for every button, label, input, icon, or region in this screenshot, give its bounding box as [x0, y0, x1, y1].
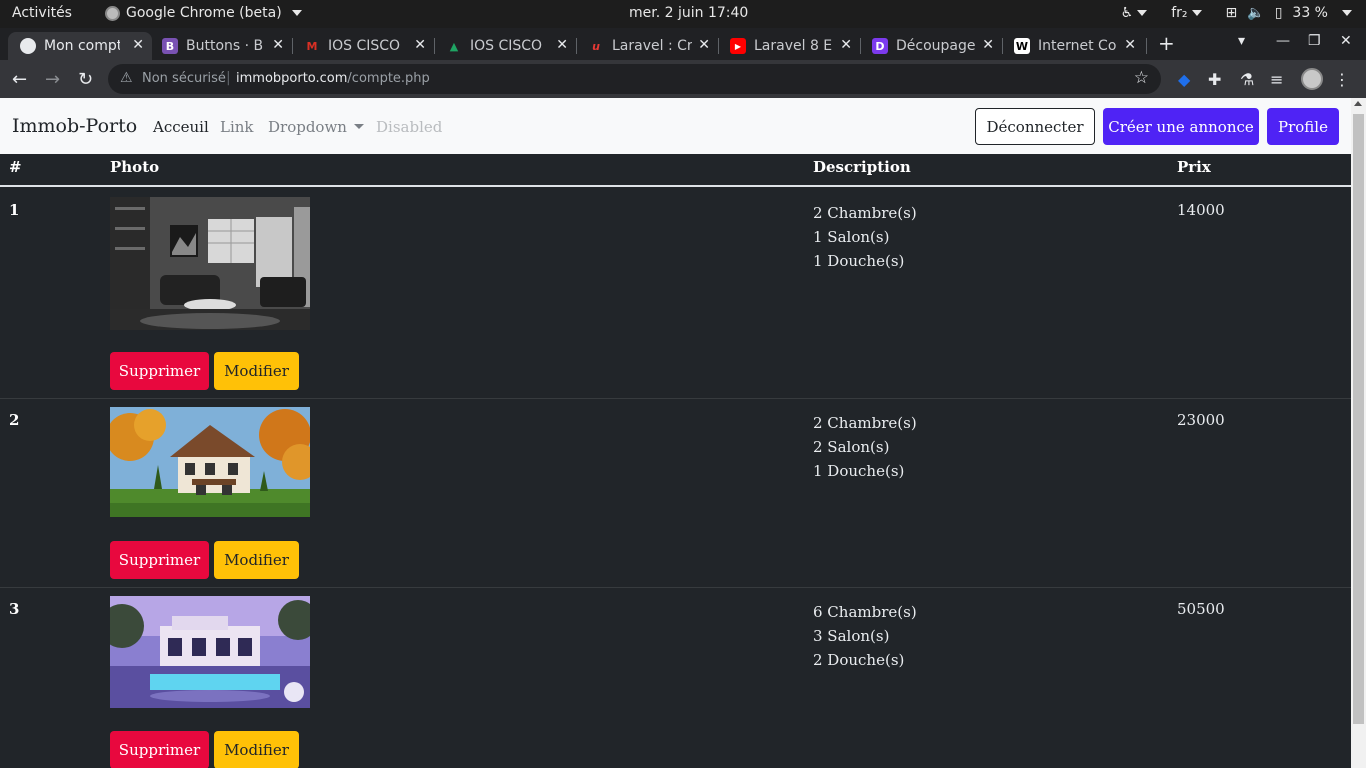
close-icon[interactable]: ✕ [1124, 37, 1136, 53]
create-listing-button[interactable]: Créer une annonce [1103, 108, 1259, 145]
table-row: 3 6 Chambre(s) 3 Salon(s) 2 Douche(s) 50… [0, 588, 1351, 768]
column-header-price: Prix [1177, 158, 1211, 176]
bookmark-star-icon[interactable]: ☆ [1134, 68, 1149, 88]
decoupage-icon: D [872, 38, 888, 54]
listing-photo [110, 596, 310, 708]
edit-button[interactable]: Modifier [214, 352, 299, 390]
menu-kebab-icon[interactable]: ⋮ [1334, 70, 1350, 89]
tab-laravel-8[interactable]: ▶ Laravel 8 E ✕ [718, 32, 860, 60]
youtube-icon: ▶ [730, 38, 746, 54]
row-number: 3 [9, 600, 20, 618]
logout-button[interactable]: Déconnecter [975, 108, 1095, 145]
reload-icon[interactable]: ↻ [78, 69, 93, 90]
listing-description: 2 Chambre(s) 2 Salon(s) 1 Douche(s) [813, 414, 917, 480]
edit-button[interactable]: Modifier [214, 541, 299, 579]
close-icon[interactable]: ✕ [272, 37, 284, 53]
vertical-scrollbar[interactable] [1351, 98, 1366, 768]
minimize-icon[interactable]: — [1276, 33, 1290, 49]
delete-button[interactable]: Supprimer [110, 731, 209, 768]
system-tray[interactable]: ♿ fr₂ ⊞ 🔈 ▯ 33 % [1121, 5, 1352, 21]
listing-photo [110, 197, 310, 330]
keyboard-layout[interactable]: fr₂ [1171, 5, 1202, 21]
forward-icon[interactable]: → [45, 69, 60, 90]
url-text[interactable]: immobporto.com/compte.php [236, 71, 430, 86]
chevron-down-icon[interactable] [1342, 10, 1352, 16]
scrollbar-thumb[interactable] [1353, 114, 1364, 724]
table-header: # Photo Description Prix [0, 154, 1351, 187]
app-menu[interactable]: Google Chrome (beta) [105, 5, 302, 21]
chevron-down-icon [291, 10, 302, 16]
row-number: 2 [9, 411, 20, 429]
close-icon[interactable]: ✕ [698, 37, 710, 53]
tab-search-icon[interactable]: ▾ [1238, 33, 1245, 49]
close-icon[interactable]: ✕ [132, 37, 144, 53]
close-window-icon[interactable]: ✕ [1340, 33, 1352, 49]
accessibility-icon[interactable]: ♿ [1121, 5, 1148, 21]
table-row: 1 2 Chambre(s) 1 Salon(s) 1 Douche(s) 14… [0, 189, 1351, 399]
listing-price: 50500 [1177, 600, 1225, 618]
udemy-icon: u [592, 39, 600, 53]
chevron-down-icon [353, 124, 364, 129]
address-bar[interactable]: ⚠ Non sécurisé | immobporto.com/compte.p… [108, 64, 1161, 94]
tab-buttons[interactable]: B Buttons · B ✕ [150, 32, 292, 60]
tab-ios-cisco-gmail[interactable]: M IOS CISCO ✕ [292, 32, 434, 60]
extension-icon[interactable]: ◆ [1178, 70, 1190, 89]
profile-button[interactable]: Profile [1267, 108, 1339, 145]
wikipedia-icon: W [1014, 38, 1030, 54]
puzzle-icon[interactable]: ✚ [1208, 70, 1221, 89]
close-icon[interactable]: ✕ [414, 37, 426, 53]
column-header-description: Description [813, 158, 911, 176]
tab-laravel-cr[interactable]: u Laravel : Cr ✕ [576, 32, 718, 60]
nav-dropdown[interactable]: Dropdown [268, 118, 364, 136]
listing-description: 2 Chambre(s) 1 Salon(s) 1 Douche(s) [813, 204, 917, 270]
tab-ios-cisco-drive[interactable]: ▲ IOS CISCO ✕ [434, 32, 576, 60]
tab-mon-compte[interactable]: Mon compte ✕ [8, 32, 152, 60]
browser-toolbar: ← → ↻ ⚠ Non sécurisé | immobporto.com/co… [0, 60, 1366, 98]
battery-icon: ▯ [1274, 5, 1283, 21]
delete-button[interactable]: Supprimer [110, 541, 209, 579]
clock[interactable]: mer. 2 juin 17:40 [629, 5, 748, 21]
listing-price: 23000 [1177, 411, 1225, 429]
delete-button[interactable]: Supprimer [110, 352, 209, 390]
network-icon: ⊞ [1225, 5, 1238, 21]
profile-avatar[interactable] [1301, 68, 1323, 90]
warning-icon[interactable]: ⚠ [120, 70, 133, 86]
new-tab-button[interactable]: + [1158, 31, 1175, 55]
nav-link-acceuil[interactable]: Acceuil [153, 118, 209, 136]
volume-icon: 🔈 [1247, 5, 1265, 21]
globe-icon [20, 38, 36, 54]
column-header-photo: Photo [110, 158, 160, 176]
close-icon[interactable]: ✕ [982, 37, 994, 53]
site-brand[interactable]: Immob-Porto [12, 115, 137, 137]
column-header-number: # [9, 158, 22, 176]
listing-price: 14000 [1177, 201, 1225, 219]
media-queue-icon[interactable]: ≡ [1270, 70, 1283, 89]
site-navbar: Immob-Porto Acceuil Link Dropdown Disabl… [0, 98, 1351, 154]
activities-button[interactable]: Activités [12, 5, 72, 21]
nav-link-disabled: Disabled [376, 118, 443, 136]
battery-level: 33 % [1292, 5, 1328, 21]
listing-photo [110, 407, 310, 517]
row-number: 1 [9, 201, 20, 219]
page-content: Immob-Porto Acceuil Link Dropdown Disabl… [0, 98, 1351, 768]
drive-icon: ▲ [449, 39, 459, 53]
edit-button[interactable]: Modifier [214, 731, 299, 768]
bootstrap-icon: B [162, 38, 178, 54]
chrome-icon [105, 5, 120, 21]
nav-link-link[interactable]: Link [220, 118, 254, 136]
security-label[interactable]: Non sécurisé [142, 71, 226, 86]
back-icon[interactable]: ← [12, 69, 27, 90]
system-top-bar: Activités Google Chrome (beta) mer. 2 ju… [0, 0, 1366, 28]
app-name: Google Chrome (beta) [126, 5, 282, 21]
labs-flask-icon[interactable]: ⚗ [1240, 70, 1254, 89]
table-row: 2 2 Chambre(s) 2 Salon(s) 1 Douche(s) 23… [0, 399, 1351, 588]
close-icon[interactable]: ✕ [556, 37, 568, 53]
scroll-up-icon[interactable] [1354, 101, 1362, 106]
tab-decoupage[interactable]: D Découpage ✕ [860, 32, 1002, 60]
gmail-icon: M [306, 39, 318, 53]
listing-description: 6 Chambre(s) 3 Salon(s) 2 Douche(s) [813, 603, 917, 669]
tab-internet-co[interactable]: W Internet Co ✕ [1002, 32, 1144, 60]
close-icon[interactable]: ✕ [840, 37, 852, 53]
maximize-icon[interactable]: ❐ [1308, 33, 1321, 49]
